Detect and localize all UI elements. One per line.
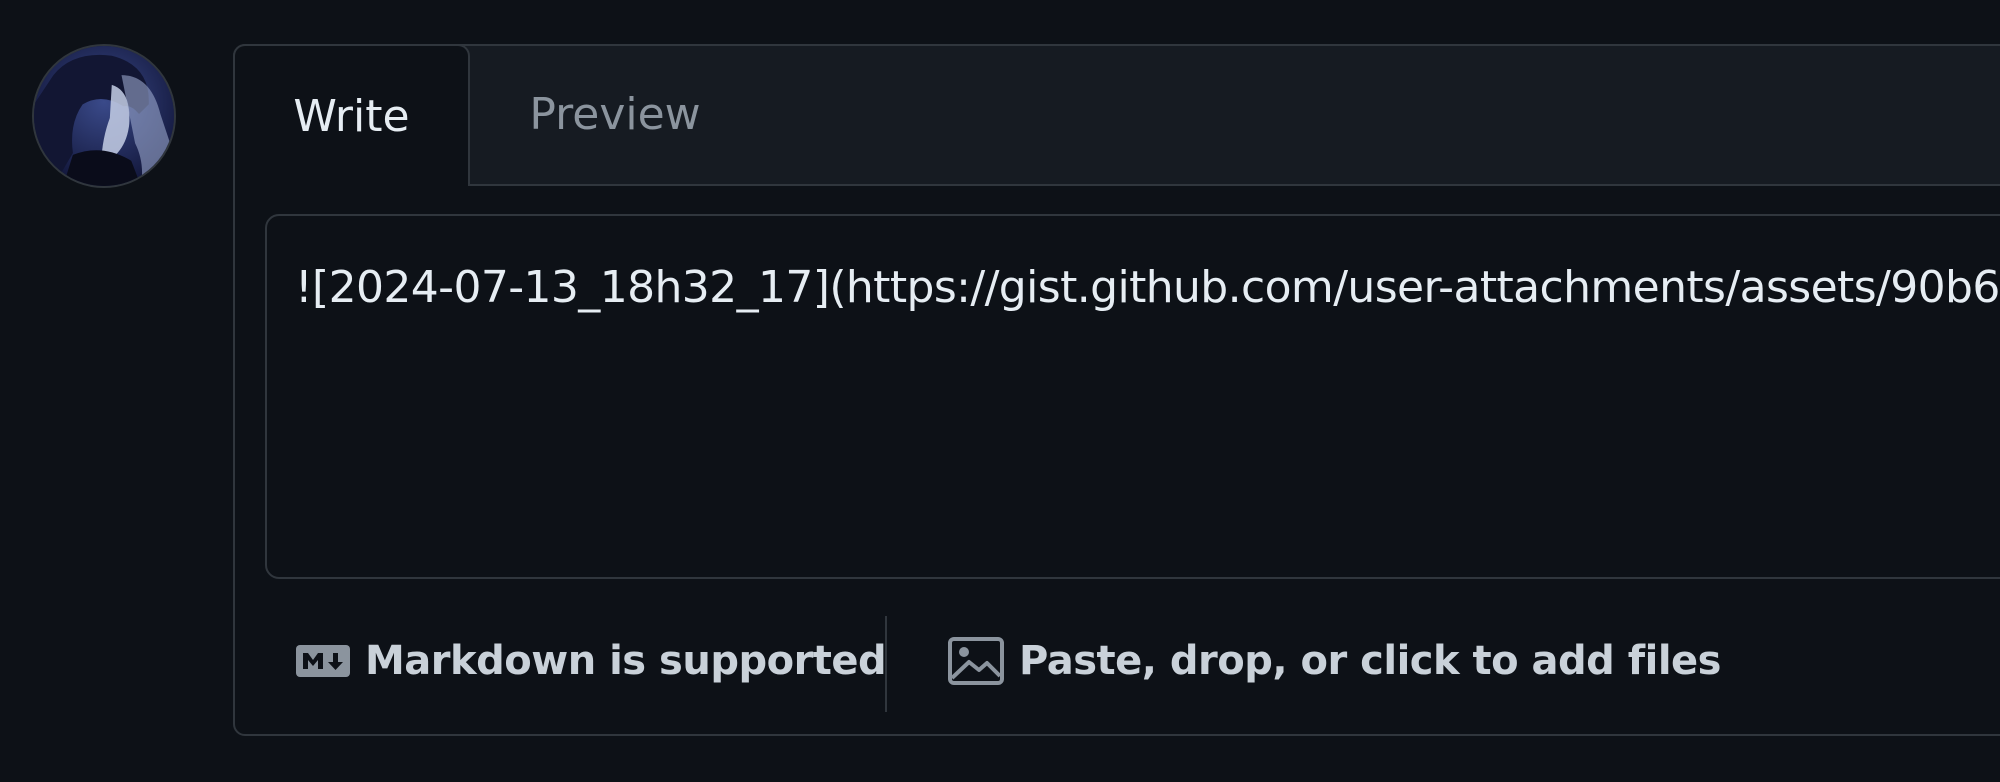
- markdown-icon: [295, 644, 351, 678]
- add-files-button[interactable]: Paste, drop, or click to add files: [947, 626, 1721, 696]
- tab-bar: Write Preview: [233, 44, 2000, 186]
- markdown-label: Markdown is supported: [365, 638, 887, 684]
- tab-preview[interactable]: Preview: [470, 44, 760, 184]
- comment-box: Write Preview ![2024-07-13_18h32_17](htt…: [233, 44, 2000, 736]
- comment-footer: Markdown is supported Paste, drop, or cl…: [235, 606, 2000, 716]
- add-files-label: Paste, drop, or click to add files: [1019, 638, 1721, 684]
- tab-write-label: Write: [293, 90, 410, 142]
- markdown-supported-link[interactable]: Markdown is supported: [295, 626, 887, 696]
- comment-textarea[interactable]: ![2024-07-13_18h32_17](https://gist.gith…: [265, 214, 2000, 579]
- textarea-content: ![2024-07-13_18h32_17](https://gist.gith…: [295, 262, 2000, 313]
- tab-preview-label: Preview: [529, 88, 701, 140]
- footer-divider: [885, 616, 887, 712]
- avatar-image: [34, 46, 174, 186]
- avatar[interactable]: [32, 44, 176, 188]
- image-icon: [947, 636, 1005, 686]
- tab-write[interactable]: Write: [233, 44, 470, 186]
